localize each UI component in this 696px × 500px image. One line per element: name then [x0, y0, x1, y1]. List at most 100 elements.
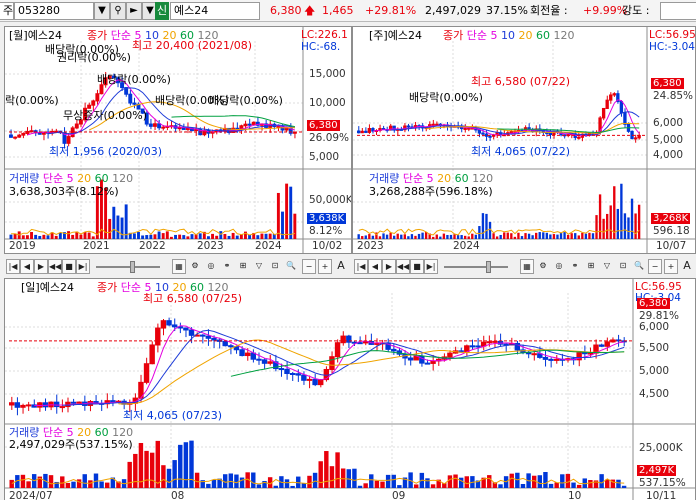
monthly-chart-panel[interactable]: [월]예스24 종가 단순 5 10 20 60 120 LC:226.1 HC…: [4, 26, 352, 254]
top-toolbar: 주 053280 ▼ ⚲ ► ▼ 신 예스24 6,380 🡅 1,465 +2…: [0, 0, 696, 22]
first-button[interactable]: |◀: [354, 259, 368, 274]
zoom-in-button[interactable]: +: [318, 259, 332, 274]
crosshair-button[interactable]: ⊞: [584, 259, 598, 274]
crosshair-button[interactable]: ⊞: [236, 259, 250, 274]
volume-legend-ma120: 120: [472, 172, 494, 185]
next-button[interactable]: ▶: [382, 259, 396, 274]
price-change: 1,465: [322, 4, 354, 17]
compare-button[interactable]: ⚭: [220, 259, 234, 274]
indicator-button[interactable]: ▽: [252, 259, 266, 274]
code-dropdown-button[interactable]: ▼: [94, 2, 110, 20]
rewind-button[interactable]: ◀◀: [396, 259, 410, 274]
daily-chart-panel[interactable]: [일]예스24 종가 단순 5 10 20 60 120 LC:56.95 HC…: [4, 278, 696, 500]
search-button[interactable]: 🔍: [284, 259, 298, 274]
overlay-button[interactable]: ◎: [552, 259, 566, 274]
prev-button[interactable]: ◀: [20, 259, 34, 274]
volume-legend-sma: 단순: [42, 172, 64, 185]
search-button[interactable]: 🔍: [632, 259, 646, 274]
grid-button[interactable]: ▦: [520, 259, 534, 274]
zoom-out-button[interactable]: −: [302, 259, 316, 274]
volume-bar: [149, 234, 153, 239]
daily-title: [일]예스24: [21, 281, 74, 294]
candle-body: [406, 125, 411, 128]
candle-body: [488, 135, 492, 138]
volume-bar: [613, 186, 616, 239]
last-button[interactable]: ▶|: [76, 259, 90, 274]
code-search-button[interactable]: ⚲: [110, 2, 126, 20]
volume-bar: [34, 234, 38, 239]
volume-bar: [393, 235, 396, 239]
monthly-vol-tick-1: 50,000K: [309, 194, 352, 206]
volume-bar: [474, 234, 477, 239]
candle-body: [367, 128, 371, 133]
volume-bar: [566, 234, 570, 239]
volume-bar: [335, 452, 340, 488]
last-button[interactable]: ▶|: [424, 259, 438, 274]
stock-code-input[interactable]: 053280: [14, 2, 94, 20]
stop-button[interactable]: ■: [410, 259, 424, 274]
candle-body: [601, 107, 606, 119]
volume-bar: [581, 232, 584, 239]
weekly-y-tick-2: 5,000: [653, 134, 684, 146]
grid-button[interactable]: ▦: [172, 259, 186, 274]
zoom-slider-knob[interactable]: [486, 261, 491, 273]
next-button[interactable]: ▶: [34, 259, 48, 274]
monthly-bonus-annotation: 무상증자(0.00%): [63, 109, 148, 122]
monthly-chart-toolbar: |◀ ◀ ▶ ◀◀ ■ ▶| ▦ ⚙ ◎ ⚭ ⊞ ▽ ⊡ 🔍 − + A: [6, 259, 350, 275]
stop-icon: ■: [413, 262, 421, 271]
chevron-down-icon: ▼: [98, 5, 106, 16]
first-button[interactable]: |◀: [6, 259, 20, 274]
volume-bar: [260, 233, 264, 239]
volume-bar: [30, 231, 33, 239]
volume-bar: [26, 481, 31, 488]
volume-bar: [165, 231, 169, 239]
weekly-chart-panel[interactable]: [주]예스24 종가 단순 5 10 20 60 120 LC:56.95 HC…: [352, 26, 696, 254]
volume-bar: [284, 479, 290, 488]
settings-button[interactable]: ⚙: [188, 259, 202, 274]
volume-bar: [515, 472, 520, 488]
monthly-vol-tag: 3,638K: [307, 213, 347, 224]
candle-body: [17, 134, 22, 138]
volume-bar: [231, 232, 235, 239]
daily-vol-tick-1: 25,000K: [639, 442, 683, 454]
zoom-slider-knob[interactable]: [130, 261, 135, 273]
volume-bar: [627, 217, 630, 239]
candle-body: [424, 362, 431, 365]
strength-field: [660, 2, 696, 20]
candle-body: [132, 102, 137, 105]
stop-button[interactable]: ■: [62, 259, 76, 274]
zoom-slider[interactable]: [96, 266, 160, 268]
zoom-slider[interactable]: [444, 266, 508, 268]
rewind-button[interactable]: ◀◀: [48, 259, 62, 274]
sound-button[interactable]: ►: [126, 2, 142, 20]
legend-close: 종가: [97, 281, 118, 294]
candle-body: [542, 356, 549, 360]
overlay-button[interactable]: ◎: [204, 259, 218, 274]
candle-body: [407, 357, 414, 361]
volume-bar: [190, 234, 194, 239]
prev-button[interactable]: ◀: [368, 259, 382, 274]
chart-mode-select[interactable]: 주: [0, 2, 14, 20]
candle-body: [91, 100, 96, 106]
fit-button[interactable]: ⊡: [616, 259, 630, 274]
volume-bar: [556, 234, 559, 239]
zoom-in-button[interactable]: +: [664, 259, 678, 274]
fit-icon: ⊡: [619, 261, 627, 270]
settings-button[interactable]: ⚙: [536, 259, 550, 274]
fit-button[interactable]: ⊡: [268, 259, 282, 274]
indicator-button[interactable]: ▽: [600, 259, 614, 274]
candle-body: [582, 352, 588, 355]
volume-bar: [235, 235, 239, 239]
volume-bar: [595, 215, 598, 239]
zoom-out-button[interactable]: −: [648, 259, 662, 274]
weekly-low-annotation: 최저 4,065 (07/22): [471, 145, 571, 158]
text-size-button[interactable]: A: [334, 259, 348, 274]
candle-body: [239, 349, 245, 357]
text-size-button[interactable]: A: [680, 259, 694, 274]
price-change-pct: +29.81%: [365, 4, 417, 17]
compare-button[interactable]: ⚭: [568, 259, 582, 274]
volume-bar: [67, 231, 71, 239]
first-icon: |◀: [8, 262, 18, 271]
current-price: 6,380: [270, 4, 302, 17]
monthly-rights-annotation: 권리락(0.00%): [57, 51, 131, 64]
